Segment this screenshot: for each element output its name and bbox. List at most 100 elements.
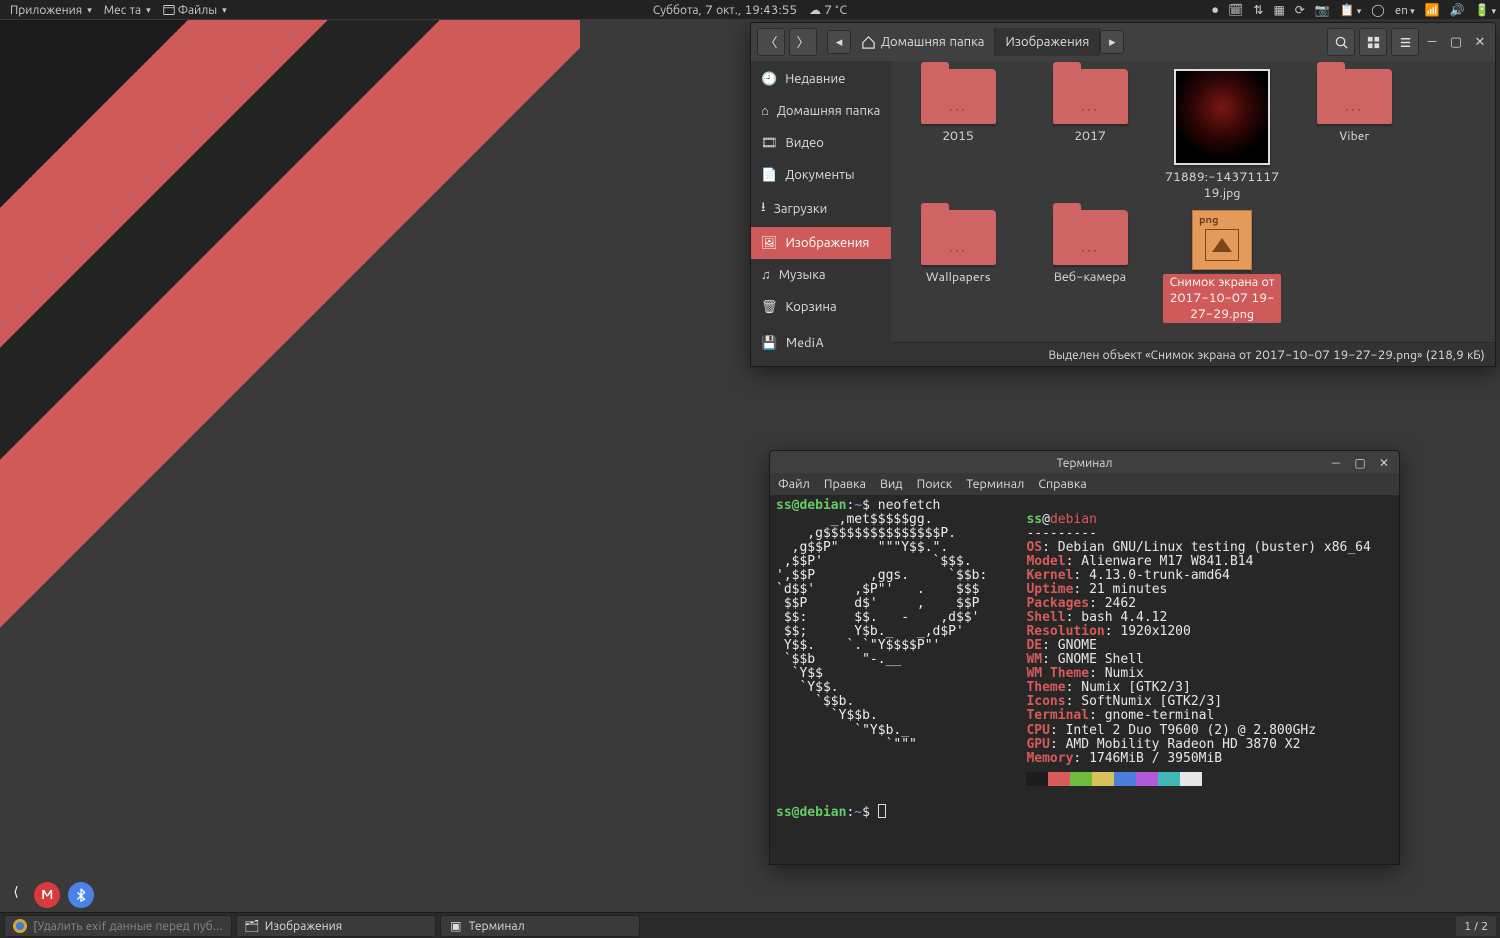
terminal-window: Терминал — ▢ ✕ Файл Правка Вид Поиск Тер…	[769, 450, 1400, 865]
folder-item[interactable]: ···Wallpapers	[899, 210, 1017, 323]
image-item[interactable]: 71889:-1437111719.jpg	[1163, 69, 1281, 202]
sidebar-item-other[interactable]: ＋Другие места	[751, 363, 891, 366]
fm-icon-grid[interactable]: ···2015 ···2017 71889:-1437111719.jpg ··…	[891, 61, 1495, 342]
sidebar-item-video[interactable]: 🎞Видео	[751, 127, 891, 159]
tray-recorder-icon[interactable]: ⏺	[1212, 1, 1218, 18]
search-icon	[1334, 35, 1349, 50]
window-minimize-button[interactable]: —	[1423, 33, 1441, 51]
tray-language-icon[interactable]: en▾	[1395, 1, 1415, 18]
sidebar-item-recent[interactable]: 🕘Недавние	[751, 63, 891, 95]
folder-item[interactable]: ···Веб-камера	[1031, 210, 1149, 323]
fm-headerbar: 〈 〉 ◂ Домашняя папка Изображения ▸ — ▢ ✕	[751, 23, 1495, 61]
file-manager-window: 〈 〉 ◂ Домашняя папка Изображения ▸ — ▢ ✕	[750, 22, 1496, 367]
sidebar-item-pictures[interactable]: 🖼Изображения	[751, 227, 891, 259]
tray-usb-icon[interactable]: ⇅	[1253, 1, 1263, 18]
window-close-button[interactable]: ✕	[1471, 33, 1489, 51]
dock-back-button[interactable]: ⟨	[6, 882, 26, 902]
documents-icon: 📄	[761, 166, 777, 184]
menu-file[interactable]: Файл	[778, 475, 810, 493]
places-menu[interactable]: Мес та▾	[98, 1, 157, 18]
sidebar-item-home[interactable]: ⌂Домашняя папка	[751, 95, 891, 127]
files-icon	[163, 4, 175, 16]
bluetooth-icon	[74, 888, 88, 902]
menu-terminal[interactable]: Терминал	[966, 475, 1024, 493]
dock-bluetooth-icon[interactable]	[68, 882, 94, 908]
image-item-selected[interactable]: png Снимок экрана от 2017-10-07 19-27-29…	[1163, 210, 1281, 323]
window-maximize-button[interactable]: ▢	[1351, 453, 1369, 471]
path-prev-button[interactable]: ◂	[827, 30, 851, 54]
window-maximize-button[interactable]: ▢	[1447, 33, 1465, 51]
view-grid-button[interactable]	[1359, 28, 1387, 56]
filemanager-icon: 🗂	[245, 919, 259, 933]
tray-calendar-icon[interactable]: 🗓	[1228, 1, 1243, 18]
dock-row: ⟨ M	[6, 882, 94, 908]
tray-volume-icon[interactable]: 🔊	[1450, 1, 1465, 18]
folder-icon: ···	[1317, 69, 1392, 124]
clock-label[interactable]: Суббота, 7 окт., 19:43:55	[653, 1, 797, 18]
video-icon: 🎞	[761, 134, 778, 152]
window-minimize-button[interactable]: —	[1327, 453, 1345, 471]
music-icon: ♫	[761, 266, 771, 284]
path-home-label: Домашняя папка	[881, 33, 984, 51]
sidebar-item-media[interactable]: 💾MediA	[751, 327, 891, 359]
fm-sidebar: 🕘Недавние ⌂Домашняя папка 🎞Видео 📄Докуме…	[751, 61, 891, 366]
system-tray: ⏺ 🗓 ⇅ ▦ ⟳ 📷 📋▾ ◯ en▾ 📶 🔊 🔋▾	[1212, 1, 1496, 18]
tray-network-icon[interactable]: 📶	[1425, 1, 1440, 18]
folder-item[interactable]: ···Viber	[1295, 69, 1413, 202]
clock-icon: 🕘	[761, 70, 777, 88]
hamburger-icon	[1398, 35, 1413, 50]
applications-menu[interactable]: Приложения▾	[4, 1, 98, 18]
tray-grid-icon[interactable]: ▦	[1273, 1, 1284, 18]
dock-mega-icon[interactable]: M	[34, 882, 60, 908]
weather-widget[interactable]: ☁ 7 °C	[809, 1, 847, 18]
taskbar-item[interactable]: ▣ Терминал	[440, 915, 640, 937]
taskbar-item[interactable]: 🗂 Изображения	[236, 915, 436, 937]
files-label: Файлы	[178, 1, 217, 18]
grid-icon	[1366, 35, 1381, 50]
terminal-title-label: Терминал	[1057, 454, 1113, 471]
folder-icon: ···	[1053, 69, 1128, 124]
home-icon: ⌂	[761, 102, 769, 120]
files-menu[interactable]: Файлы▾	[157, 1, 233, 18]
nav-back-button[interactable]: 〈	[757, 28, 785, 56]
path-bar: ◂ Домашняя папка Изображения ▸	[827, 28, 1124, 56]
folder-icon: ···	[921, 210, 996, 265]
terminal-icon: ▣	[449, 919, 463, 933]
tray-clipboard-icon[interactable]: 📋▾	[1340, 1, 1361, 18]
folder-icon: ···	[921, 69, 996, 124]
tray-sync-icon[interactable]: ⟳	[1295, 1, 1305, 18]
menu-edit[interactable]: Правка	[824, 475, 866, 493]
bottom-panel: [Удалить exif данные перед пуб… 🗂 Изобра…	[0, 912, 1500, 938]
top-panel: Приложения▾ Мес та▾ Файлы▾ Суббота, 7 ок…	[0, 0, 1500, 19]
menu-view[interactable]: Вид	[880, 475, 903, 493]
pictures-icon: 🖼	[761, 234, 778, 252]
workspace-indicator[interactable]: 1 / 2	[1456, 916, 1496, 936]
nav-forward-button[interactable]: 〉	[789, 28, 817, 56]
home-icon	[861, 35, 876, 50]
path-segment-home[interactable]: Домашняя папка	[851, 28, 995, 56]
menu-search[interactable]: Поиск	[917, 475, 953, 493]
tray-activity-icon[interactable]: ◯	[1371, 1, 1384, 18]
terminal-content[interactable]: ss@debian:~$ neofetch _,met$$$$$gg. ss@d…	[770, 495, 1399, 864]
png-thumbnail: png	[1192, 210, 1252, 270]
path-segment-current[interactable]: Изображения	[995, 28, 1100, 56]
path-next-button[interactable]: ▸	[1100, 30, 1124, 54]
taskbar-item[interactable]: [Удалить exif данные перед пуб…	[4, 915, 232, 937]
folder-item[interactable]: ···2015	[899, 69, 1017, 202]
folder-item[interactable]: ···2017	[1031, 69, 1149, 202]
applications-label: Приложения	[10, 1, 82, 18]
sidebar-item-trash[interactable]: 🗑Корзина	[751, 291, 891, 323]
menu-help[interactable]: Справка	[1038, 475, 1086, 493]
terminal-titlebar[interactable]: Терминал — ▢ ✕	[770, 451, 1399, 473]
search-button[interactable]	[1327, 28, 1355, 56]
drive-icon: 💾	[761, 334, 777, 352]
sidebar-item-downloads[interactable]: ⭳Загрузки	[751, 191, 891, 227]
hamburger-menu-button[interactable]	[1391, 28, 1419, 56]
tray-camera-icon[interactable]: 📷	[1315, 1, 1330, 18]
sidebar-item-music[interactable]: ♫Музыка	[751, 259, 891, 291]
tray-battery-icon[interactable]: 🔋▾	[1475, 1, 1496, 18]
window-close-button[interactable]: ✕	[1375, 453, 1393, 471]
fm-status-bar: Выделен объект «Снимок экрана от 2017-10…	[891, 342, 1495, 366]
sidebar-item-documents[interactable]: 📄Документы	[751, 159, 891, 191]
folder-icon: ···	[1053, 210, 1128, 265]
